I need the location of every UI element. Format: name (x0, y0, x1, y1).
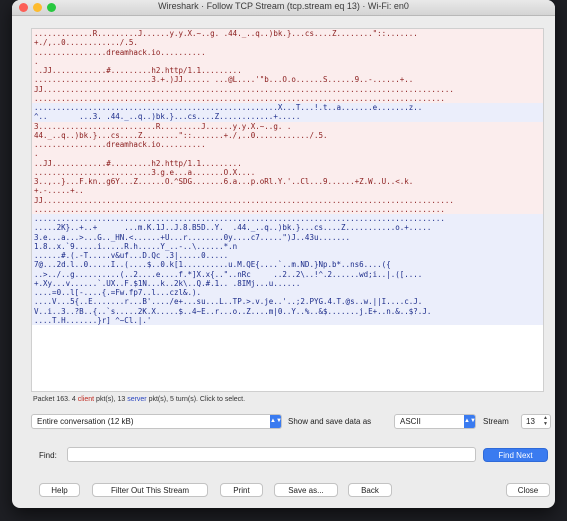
server-stream-line[interactable]: 7@...2d.l..0.....I..(....$..0.k[1.......… (32, 260, 543, 270)
follow-tcp-stream-window: Wireshark · Follow TCP Stream (tcp.strea… (12, 0, 555, 508)
title-bar: Wireshark · Follow TCP Stream (tcp.strea… (12, 0, 555, 16)
stream-label: Stream (483, 417, 509, 426)
client-stream-line[interactable]: . (32, 56, 543, 66)
client-stream-line[interactable]: ................dreamhack.io.......... (32, 140, 543, 150)
client-stream-line[interactable]: JJ......................................… (32, 84, 543, 94)
conversation-select-value: Entire conversation (12 kB) (37, 417, 134, 426)
stream-content-pane[interactable]: .............R.........J......y.y.X.~..g… (31, 28, 544, 392)
client-stream-line[interactable]: .............R.........J......y.y.X.~..g… (32, 29, 543, 39)
stream-number-stepper[interactable]: 13 ▲ ▼ (521, 414, 551, 429)
status-prefix: Packet 163. 4 (33, 396, 78, 403)
server-stream-line[interactable]: ..>../..g..........(..2....e....f.*]X.x{… (32, 269, 543, 279)
show-as-select-value: ASCII (400, 417, 421, 426)
server-stream-line[interactable]: V..i..3..?B..{..`s.....2K.X.....$..4~E..… (32, 306, 543, 316)
status-server-label: server (127, 396, 147, 403)
status-client-label: client (77, 396, 95, 403)
save-as-button[interactable]: Save as... (274, 483, 338, 497)
filter-out-stream-button[interactable]: Filter Out This Stream (92, 483, 208, 497)
server-stream-line[interactable]: 3.e...a...>...G.._HN.<......+U...r......… (32, 232, 543, 242)
client-stream-line[interactable]: 3..,..}...F.kn..g6Y...Z......O.^SDG.....… (32, 177, 543, 187)
server-stream-line[interactable]: +.Xy...v......`.UX..F.$1N...k..2k\..Q.#.… (32, 278, 543, 288)
client-stream-line[interactable]: +./,..0............/.5. (32, 38, 543, 48)
server-stream-line[interactable]: ......#.(.-T.....v&uf...D.Qc .3|.....0..… (32, 251, 543, 261)
server-stream-line[interactable]: ....T.H.......}r] ^~Cl.|.' (32, 315, 543, 325)
server-stream-line[interactable]: ....=0..l[-....{.=Fw.fp7..l...czl&.). (32, 288, 543, 298)
server-stream-line[interactable]: .....2K}..+..+ ...m.K.1J..J.8.B5D..Y. .4… (32, 223, 543, 233)
window-title: Wireshark · Follow TCP Stream (tcp.strea… (158, 1, 409, 11)
find-input[interactable] (67, 447, 476, 462)
server-stream-line[interactable]: ....V...5{..E.......r...B'..../e+...su..… (32, 297, 543, 307)
client-stream-line[interactable]: +.-.....+.. (32, 186, 543, 196)
print-button[interactable]: Print (220, 483, 263, 497)
server-stream-line[interactable]: ........................................… (32, 103, 543, 113)
help-button[interactable]: Help (39, 483, 80, 497)
stream-number-value: 13 (526, 417, 535, 426)
client-stream-line[interactable]: ..........................3.+.)JJ...... … (32, 75, 543, 85)
status-suffix: pkt(s), 5 turn(s). Click to select. (146, 396, 246, 403)
client-stream-line[interactable]: . (32, 149, 543, 159)
show-as-select[interactable]: ASCII ▲▼ (394, 414, 476, 429)
status-middle: pkt(s), 13 (94, 396, 128, 403)
client-stream-line[interactable]: JJ......................................… (32, 195, 543, 205)
server-stream-line[interactable]: ........................................… (32, 214, 543, 224)
stepper-arrows-icon[interactable]: ▲ ▼ (543, 415, 548, 427)
server-stream-line[interactable]: ^.. ...3. .44._..q..)bk.}...cs....Z.....… (32, 112, 543, 122)
client-stream-line[interactable]: ........................................… (32, 204, 543, 214)
client-stream-line[interactable]: ..JJ............#.........h2.http/1.1...… (32, 66, 543, 76)
close-button[interactable]: Close (506, 483, 550, 497)
conversation-select[interactable]: Entire conversation (12 kB) ▲▼ (31, 414, 282, 429)
client-stream-line[interactable]: ..JJ............#.........h2.http/1.1...… (32, 158, 543, 168)
client-stream-line[interactable]: 44._..q..)bk.}...cs....Z........"::.....… (32, 130, 543, 140)
back-button[interactable]: Back (348, 483, 392, 497)
server-stream-line[interactable]: 1.8..x.`9.....i.....R.h.....Y_..-..\....… (32, 241, 543, 251)
client-stream-line[interactable]: ................dreamhack.io.......... (32, 47, 543, 57)
chevron-updown-icon: ▲▼ (270, 415, 282, 428)
show-as-label: Show and save data as (288, 417, 372, 426)
stream-status-text: Packet 163. 4 client pkt(s), 13 server p… (33, 396, 245, 403)
find-label: Find: (39, 451, 57, 460)
client-stream-line[interactable]: ..........................3.g.e...a.....… (32, 167, 543, 177)
chevron-updown-icon: ▲▼ (464, 415, 476, 428)
client-stream-line[interactable]: ........................................… (32, 93, 543, 103)
find-next-button[interactable]: Find Next (483, 448, 548, 462)
client-stream-line[interactable]: 3..........................R.........J..… (32, 121, 543, 131)
